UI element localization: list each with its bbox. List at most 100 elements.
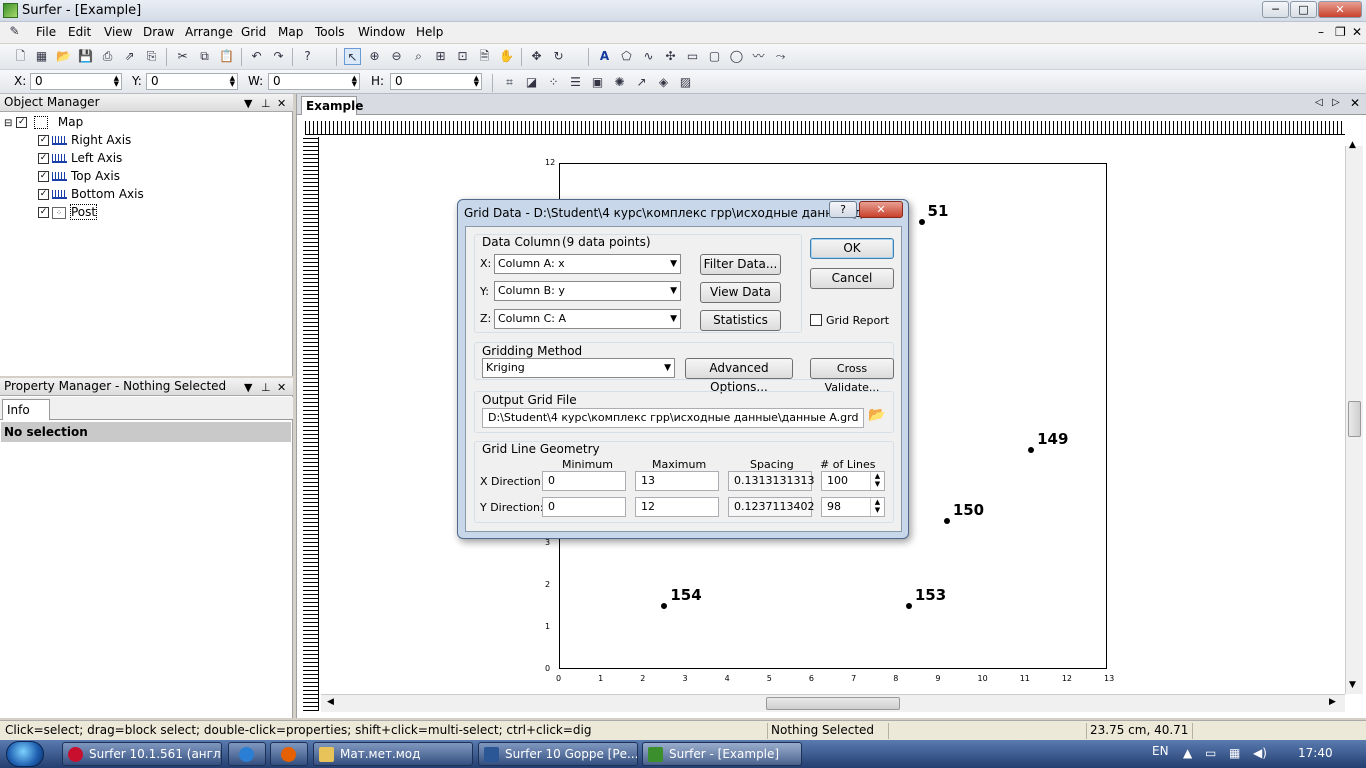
new-worksheet-icon[interactable]: ▦	[33, 48, 50, 65]
pin-icon[interactable]: ⊥	[261, 379, 271, 396]
spin-icon[interactable]: ▲ ▼	[474, 75, 479, 88]
cut-icon[interactable]: ✂	[174, 48, 191, 65]
menu-edit[interactable]: Edit	[68, 25, 91, 39]
menu-window[interactable]: Window	[358, 25, 405, 39]
zoom-page-icon[interactable]: 🗎	[476, 48, 493, 65]
y-position-input[interactable]: 0 ▲ ▼	[146, 73, 238, 90]
scroll-up-icon[interactable]: ▲	[1349, 140, 1356, 150]
close-icon[interactable]: ✕	[277, 95, 286, 112]
tree-item-post[interactable]: ✓ ⁘ Post	[38, 204, 98, 221]
spin-icon[interactable]: ▲ ▼	[352, 75, 357, 88]
language-indicator[interactable]: EN	[1152, 744, 1169, 758]
checkbox-icon[interactable]: ✓	[16, 117, 28, 128]
print-icon[interactable]: ⎙	[99, 48, 116, 65]
horizontal-scrollbar[interactable]: ◀ ▶	[321, 694, 1345, 712]
cancel-button[interactable]: Cancel	[810, 268, 894, 289]
rounded-rectangle-icon[interactable]: ▢	[706, 48, 723, 65]
scroll-right-icon[interactable]: ▶	[1329, 697, 1336, 707]
tree-item-top-axis[interactable]: ✓ Top Axis	[38, 168, 120, 185]
import-icon[interactable]: ⎘	[143, 48, 160, 65]
y-lines-input[interactable]: 98 ▲ ▼	[821, 497, 885, 517]
vector-map-icon[interactable]: ↗	[633, 74, 650, 91]
x-position-input[interactable]: 0 ▲ ▼	[30, 73, 122, 90]
checkbox-icon[interactable]: ✓	[38, 171, 49, 182]
spline-icon[interactable]: 〰	[750, 48, 767, 65]
horizontal-scroll-thumb[interactable]	[766, 697, 900, 710]
rectangle-icon[interactable]: ▭	[684, 48, 701, 65]
x-column-select[interactable]: Column A: x ▼	[494, 254, 681, 274]
maximize-button[interactable]: □	[1290, 1, 1317, 18]
dialog-help-button[interactable]: ?	[829, 201, 857, 218]
post-map-icon[interactable]: ⁘	[545, 74, 562, 91]
spin-icon[interactable]: ▲ ▼	[114, 75, 119, 88]
x-maximum-input[interactable]: 13	[635, 471, 719, 491]
network-icon[interactable]: ▦	[1229, 746, 1240, 760]
text-icon[interactable]: A	[596, 48, 613, 65]
gridding-method-select[interactable]: Kriging ▼	[482, 358, 675, 378]
scroll-left-icon[interactable]: ◀	[327, 697, 334, 707]
spin-icon[interactable]: ▲ ▼	[870, 498, 884, 516]
menu-tools[interactable]: Tools	[315, 25, 345, 39]
tab-prev-icon[interactable]: ◁	[1315, 97, 1323, 108]
spin-icon[interactable]: ▲ ▼	[230, 75, 235, 88]
y-spacing-input[interactable]: 0.1237113402	[728, 497, 814, 517]
clock[interactable]: 17:40	[1298, 746, 1333, 760]
checkbox-icon[interactable]: ✓	[38, 207, 49, 218]
mdi-restore-button[interactable]: ❐	[1335, 25, 1346, 39]
export-icon[interactable]: ⇗	[121, 48, 138, 65]
document-close-icon[interactable]: ✕	[1350, 96, 1360, 110]
tree-item-left-axis[interactable]: ✓ Left Axis	[38, 150, 122, 167]
vertical-scrollbar[interactable]: ▲ ▼	[1345, 140, 1363, 694]
output-grid-file-input[interactable]: D:\Student\4 курс\комплекс грр\исходные …	[482, 408, 864, 428]
checkbox-icon[interactable]: ✓	[38, 153, 49, 164]
spin-icon[interactable]: ▲ ▼	[870, 472, 884, 490]
battery-icon[interactable]: ▭	[1205, 746, 1216, 760]
polygon-icon[interactable]: ⬠	[618, 48, 635, 65]
redo-icon[interactable]: ↷	[270, 48, 287, 65]
dropdown-icon[interactable]: ▼	[244, 379, 252, 396]
mdi-minimize-button[interactable]: –	[1318, 25, 1324, 39]
vertical-scroll-thumb[interactable]	[1348, 401, 1361, 437]
close-button[interactable]: ✕	[1318, 1, 1362, 18]
start-button[interactable]	[6, 741, 44, 767]
y-minimum-input[interactable]: 0	[542, 497, 626, 517]
tab-example[interactable]: Example	[301, 96, 363, 115]
paste-icon[interactable]: 📋	[218, 48, 235, 65]
new-icon[interactable]: 🗋	[12, 48, 29, 65]
taskbar-item-surfer[interactable]: Surfer - [Example]	[642, 742, 802, 766]
taskbar-item-word[interactable]: Surfer 10 Goppe [Ре...	[478, 742, 638, 766]
width-input[interactable]: 0 ▲ ▼	[268, 73, 360, 90]
collapse-icon[interactable]: ⊟	[4, 118, 12, 129]
rotate-icon[interactable]: ↻	[550, 48, 567, 65]
scroll-down-icon[interactable]: ▼	[1349, 680, 1356, 690]
dropdown-icon[interactable]: ▼	[244, 95, 252, 112]
grid-report-checkbox[interactable]	[810, 314, 822, 326]
menu-view[interactable]: View	[104, 25, 132, 39]
surface-map-icon[interactable]: ▨	[677, 74, 694, 91]
height-input[interactable]: 0 ▲ ▼	[390, 73, 482, 90]
copy-icon[interactable]: ⧉	[196, 48, 213, 65]
zoom-selected-icon[interactable]: ⊡	[454, 48, 471, 65]
ok-button[interactable]: OK	[810, 238, 894, 259]
help-icon[interactable]: ?	[299, 48, 316, 65]
menu-grid[interactable]: Grid	[241, 25, 266, 39]
tab-info[interactable]: Info	[2, 399, 50, 420]
mdi-close-button[interactable]: ✕	[1352, 25, 1362, 39]
zoom-rect-icon[interactable]: ⌕	[410, 48, 427, 65]
x-spacing-input[interactable]: 0.1313131313	[728, 471, 814, 491]
menu-draw[interactable]: Draw	[143, 25, 174, 39]
polyline-icon[interactable]: ∿	[640, 48, 657, 65]
zoom-fit-icon[interactable]: ⊞	[432, 48, 449, 65]
checkbox-icon[interactable]: ✓	[38, 189, 49, 200]
open-icon[interactable]: 📂	[55, 48, 72, 65]
statistics-button[interactable]: Statistics	[700, 310, 781, 331]
reshape-icon[interactable]: ⤳	[772, 48, 789, 65]
shaded-relief-icon[interactable]: ✺	[611, 74, 628, 91]
open-folder-icon[interactable]: 📂	[868, 407, 885, 423]
minimize-button[interactable]: ─	[1262, 1, 1289, 18]
y-column-select[interactable]: Column B: y ▼	[494, 281, 681, 301]
z-column-select[interactable]: Column C: A ▼	[494, 309, 681, 329]
taskbar-item-folder[interactable]: Мат.мет.мод	[313, 742, 473, 766]
tree-item-right-axis[interactable]: ✓ Right Axis	[38, 132, 131, 149]
wireframe-icon[interactable]: ◈	[655, 74, 672, 91]
